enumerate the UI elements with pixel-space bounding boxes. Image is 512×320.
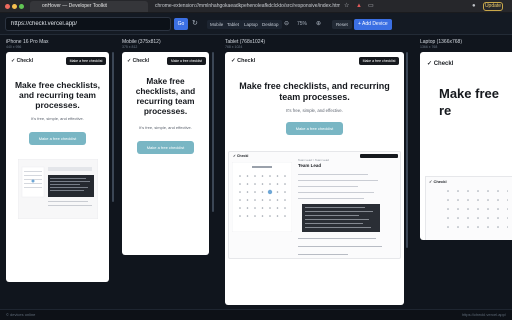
hero-headline: Make free checklists, and recurring team…	[14, 80, 101, 110]
zoom-level: 75%	[297, 21, 308, 27]
hero-cta-button[interactable]: Make a free checklist	[286, 122, 343, 135]
reset-button[interactable]: Reset	[332, 20, 352, 29]
preview-breadcrumb: Team Lead > Team Lead	[298, 158, 329, 162]
close-window-icon[interactable]	[5, 4, 10, 9]
hero-subtitle: It's free, simple, and effective.	[31, 116, 84, 121]
hero-headline: Make free checklists, and recurring team…	[135, 76, 196, 116]
browser-tab[interactable]: onHover — Developer Toolkit	[30, 1, 148, 12]
hero-headline: Make free checklists, and recurring team…	[239, 81, 390, 102]
responsive-toolbar: Go ↻ Mobile Tablet Laptop Desktop ⊖ 75% …	[0, 13, 512, 35]
maximize-window-icon[interactable]	[19, 4, 24, 9]
device-scrollbar[interactable]	[406, 52, 408, 248]
device-dimensions: 1366 x 768	[420, 45, 438, 49]
site-logo[interactable]: ✓ Checkl	[127, 58, 149, 64]
device-scrollbar[interactable]	[112, 52, 114, 202]
preview-nav-button	[360, 154, 398, 158]
nav-cta-button[interactable]: Make a free checklist	[167, 57, 206, 65]
zoom-in-icon[interactable]: ⊕	[316, 20, 321, 29]
zoom-out-icon[interactable]: ⊖	[284, 20, 289, 29]
device-frame-iphone[interactable]: ✓ Checkl Make a free checklist Make free…	[6, 52, 109, 282]
browser-url[interactable]: chrome-extension://mmlnhahgokaeadkpeheno…	[155, 3, 340, 9]
hero-headline: Make free re	[439, 86, 499, 118]
status-right-text: https://checkl.vercel.app/	[461, 312, 506, 317]
preview-title: Team Lead	[298, 163, 322, 168]
app-preview: ✓ Checkl	[425, 176, 512, 240]
device-dimensions: 768 x 1024	[225, 45, 243, 49]
preview-logo: ✓ Checkl	[233, 154, 249, 158]
minimize-window-icon[interactable]	[12, 4, 17, 9]
hero-subtitle: It's free, simple, and effective.	[139, 125, 192, 130]
device-dimensions: 375 x 812	[122, 45, 138, 49]
add-device-button[interactable]: + Add Device	[354, 19, 392, 30]
device-frame-mobile[interactable]: ✓ Checkl Make a free checklist Make free…	[122, 52, 209, 255]
extension-icon[interactable]: ▲	[356, 2, 362, 11]
hero-cta-button[interactable]: Make a free checklist	[29, 132, 86, 145]
preview-logo: ✓ Checkl	[429, 179, 447, 184]
preset-desktop-button[interactable]: Desktop	[259, 20, 282, 29]
nav-cta-button[interactable]: Make a free checklist	[66, 57, 106, 65]
app-preview: ✓ Checkl Team Lead > Team Lead Team Lead	[228, 151, 401, 259]
share-icon[interactable]: ☆	[344, 2, 349, 11]
device-dimensions: 440 x 956	[6, 45, 22, 49]
update-button[interactable]: Update	[483, 2, 503, 11]
hero-cta-button[interactable]: Make a free checklist	[137, 141, 194, 154]
preview-content	[298, 174, 382, 255]
site-logo[interactable]: ✓ Checkl	[231, 58, 255, 64]
preview-calendar	[232, 162, 292, 232]
nav-cta-button[interactable]: Make a free checklist	[359, 57, 399, 65]
go-button[interactable]: Go	[174, 18, 188, 30]
refresh-icon[interactable]: ↻	[192, 18, 198, 30]
status-left-text: © devices online	[6, 312, 36, 317]
app-preview-image	[18, 159, 98, 219]
browser-chrome: onHover — Developer Toolkit chrome-exten…	[0, 0, 512, 13]
url-input[interactable]	[5, 17, 171, 31]
profile-icon[interactable]: ●	[472, 2, 476, 11]
device-scrollbar[interactable]	[212, 52, 214, 212]
site-logo[interactable]: ✓ Checkl	[427, 60, 453, 67]
device-frame-tablet[interactable]: ✓ Checkl Make a free checklist Make free…	[225, 52, 404, 305]
preview-calendar	[447, 190, 508, 228]
preset-laptop-button[interactable]: Laptop	[241, 20, 261, 29]
status-bar: © devices online https://checkl.vercel.a…	[0, 309, 512, 320]
reader-icon[interactable]: ▭	[368, 2, 374, 11]
site-logo[interactable]: ✓ Checkl	[11, 58, 33, 64]
device-frame-laptop[interactable]: ✓ Checkl Make free re ✓ Checkl	[420, 52, 512, 240]
preset-tablet-button[interactable]: Tablet	[224, 20, 243, 29]
hero-subtitle: It's free, simple, and effective.	[286, 108, 343, 113]
